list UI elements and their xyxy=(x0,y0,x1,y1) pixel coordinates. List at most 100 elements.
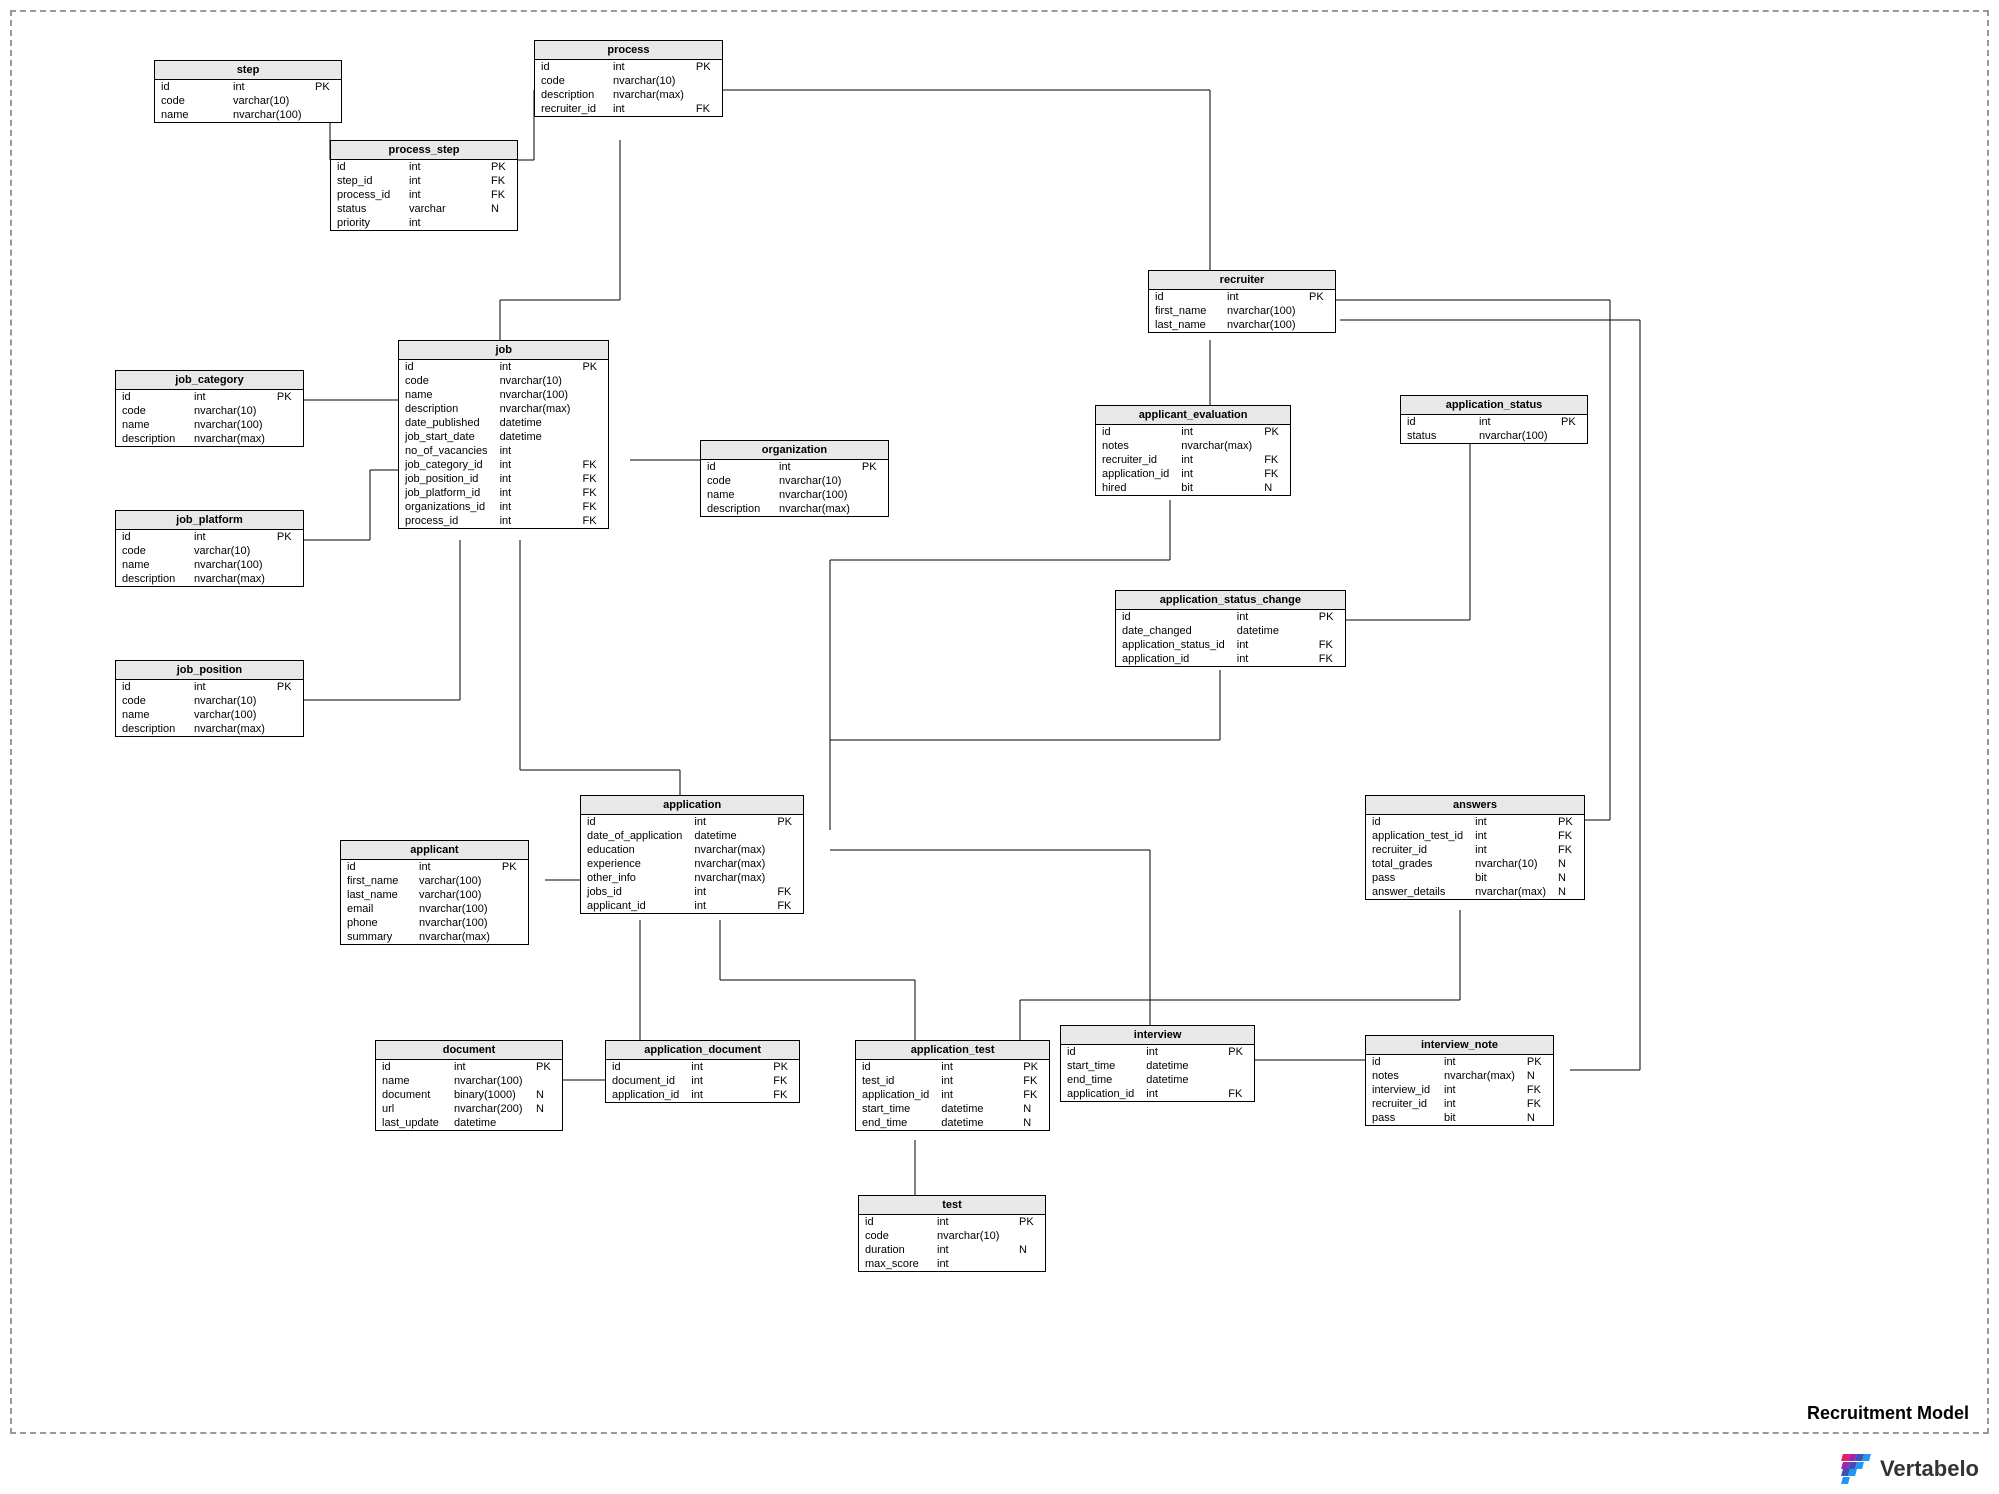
column-type: int xyxy=(494,486,577,500)
column-type: varchar(100) xyxy=(188,708,271,722)
column-row: idintPK xyxy=(376,1060,562,1074)
column-name: id xyxy=(1149,290,1221,304)
column-row: namevarchar(100) xyxy=(116,708,303,722)
column-name: job_start_date xyxy=(399,430,494,444)
column-row: summarynvarchar(max) xyxy=(341,930,528,944)
column-type: int xyxy=(931,1215,1013,1229)
column-key: FK xyxy=(1313,652,1345,666)
column-name: id xyxy=(1061,1045,1140,1059)
column-name: application_test_id xyxy=(1366,829,1469,843)
column-key xyxy=(309,108,341,122)
column-type: nvarchar(max) xyxy=(1469,885,1552,899)
column-key xyxy=(271,722,303,736)
column-row: idintPK xyxy=(535,60,722,74)
column-key xyxy=(1555,429,1587,443)
column-row: idintPK xyxy=(1061,1045,1254,1059)
column-type: nvarchar(100) xyxy=(448,1074,530,1088)
column-row: descriptionnvarchar(max) xyxy=(116,572,303,586)
entity-title: application_test xyxy=(856,1041,1049,1060)
column-name: description xyxy=(701,502,773,516)
entity-title: answers xyxy=(1366,796,1584,815)
column-row: namenvarchar(100) xyxy=(116,558,303,572)
column-key: FK xyxy=(1521,1083,1553,1097)
column-type: nvarchar(max) xyxy=(688,843,771,857)
entity-job: jobidintPKcodenvarchar(10)namenvarchar(1… xyxy=(398,340,609,529)
column-name: name xyxy=(155,108,227,122)
column-row: total_gradesnvarchar(10)N xyxy=(1366,857,1584,871)
column-key xyxy=(856,488,888,502)
column-name: id xyxy=(535,60,607,74)
column-type: nvarchar(100) xyxy=(773,488,856,502)
column-name: experience xyxy=(581,857,688,871)
column-name: hired xyxy=(1096,481,1175,495)
column-name: name xyxy=(116,708,188,722)
column-key: N xyxy=(485,202,517,216)
column-row: namenvarchar(100) xyxy=(701,488,888,502)
column-row: passbitN xyxy=(1366,1111,1553,1125)
column-row: recruiter_idintFK xyxy=(1366,843,1584,857)
column-name: application_id xyxy=(606,1088,685,1102)
column-row: recruiter_idintFK xyxy=(1366,1097,1553,1111)
column-name: id xyxy=(581,815,688,829)
column-row: interview_idintFK xyxy=(1366,1083,1553,1097)
column-type: nvarchar(max) xyxy=(607,88,690,102)
entity-process: processidintPKcodenvarchar(10)descriptio… xyxy=(534,40,723,117)
column-type: bit xyxy=(1438,1111,1521,1125)
column-row: idintPK xyxy=(1366,815,1584,829)
column-key xyxy=(496,902,528,916)
entity-application_test: application_testidintPKtest_idintFKappli… xyxy=(855,1040,1050,1131)
column-row: no_of_vacanciesint xyxy=(399,444,608,458)
column-type: int xyxy=(688,815,771,829)
entity-title: job_position xyxy=(116,661,303,680)
column-key xyxy=(576,374,608,388)
column-key xyxy=(485,216,517,230)
column-type: datetime xyxy=(1231,624,1313,638)
column-name: application_id xyxy=(1096,467,1175,481)
column-name: name xyxy=(376,1074,448,1088)
column-row: statusnvarchar(100) xyxy=(1401,429,1587,443)
column-name: recruiter_id xyxy=(1366,843,1469,857)
column-key xyxy=(1222,1059,1254,1073)
column-name: url xyxy=(376,1102,448,1116)
column-type: varchar xyxy=(403,202,485,216)
column-row: last_namenvarchar(100) xyxy=(1149,318,1335,332)
column-row: emailnvarchar(100) xyxy=(341,902,528,916)
column-name: recruiter_id xyxy=(535,102,607,116)
column-row: descriptionnvarchar(max) xyxy=(535,88,722,102)
entity-job_category: job_categoryidintPKcodenvarchar(10)namen… xyxy=(115,370,304,447)
column-type: int xyxy=(685,1088,767,1102)
column-row: idintPK xyxy=(581,815,803,829)
column-type: nvarchar(10) xyxy=(607,74,690,88)
column-row: durationintN xyxy=(859,1243,1045,1257)
column-type: int xyxy=(935,1074,1017,1088)
column-name: code xyxy=(535,74,607,88)
column-name: id xyxy=(606,1060,685,1074)
column-name: education xyxy=(581,843,688,857)
column-row: urlnvarchar(200)N xyxy=(376,1102,562,1116)
column-key: PK xyxy=(856,460,888,474)
column-row: job_category_idintFK xyxy=(399,458,608,472)
column-row: codevarchar(10) xyxy=(155,94,341,108)
column-key xyxy=(1303,304,1335,318)
column-row: phonenvarchar(100) xyxy=(341,916,528,930)
column-type: nvarchar(max) xyxy=(773,502,856,516)
entity-application_status: application_statusidintPKstatusnvarchar(… xyxy=(1400,395,1588,444)
column-key: FK xyxy=(576,458,608,472)
column-name: name xyxy=(116,418,188,432)
column-type: int xyxy=(685,1074,767,1088)
column-key: PK xyxy=(1521,1055,1553,1069)
column-type: int xyxy=(1175,467,1258,481)
column-row: idintPK xyxy=(701,460,888,474)
column-row: idintPK xyxy=(1116,610,1345,624)
column-key: FK xyxy=(485,188,517,202)
column-row: idintPK xyxy=(341,860,528,874)
column-name: last_update xyxy=(376,1116,448,1130)
column-name: id xyxy=(376,1060,448,1074)
column-key xyxy=(771,857,803,871)
entity-title: job_category xyxy=(116,371,303,390)
column-type: varchar(100) xyxy=(413,888,496,902)
column-row: codenvarchar(10) xyxy=(116,694,303,708)
column-row: recruiter_idintFK xyxy=(1096,453,1290,467)
column-row: last_namevarchar(100) xyxy=(341,888,528,902)
column-type: nvarchar(max) xyxy=(688,871,771,885)
